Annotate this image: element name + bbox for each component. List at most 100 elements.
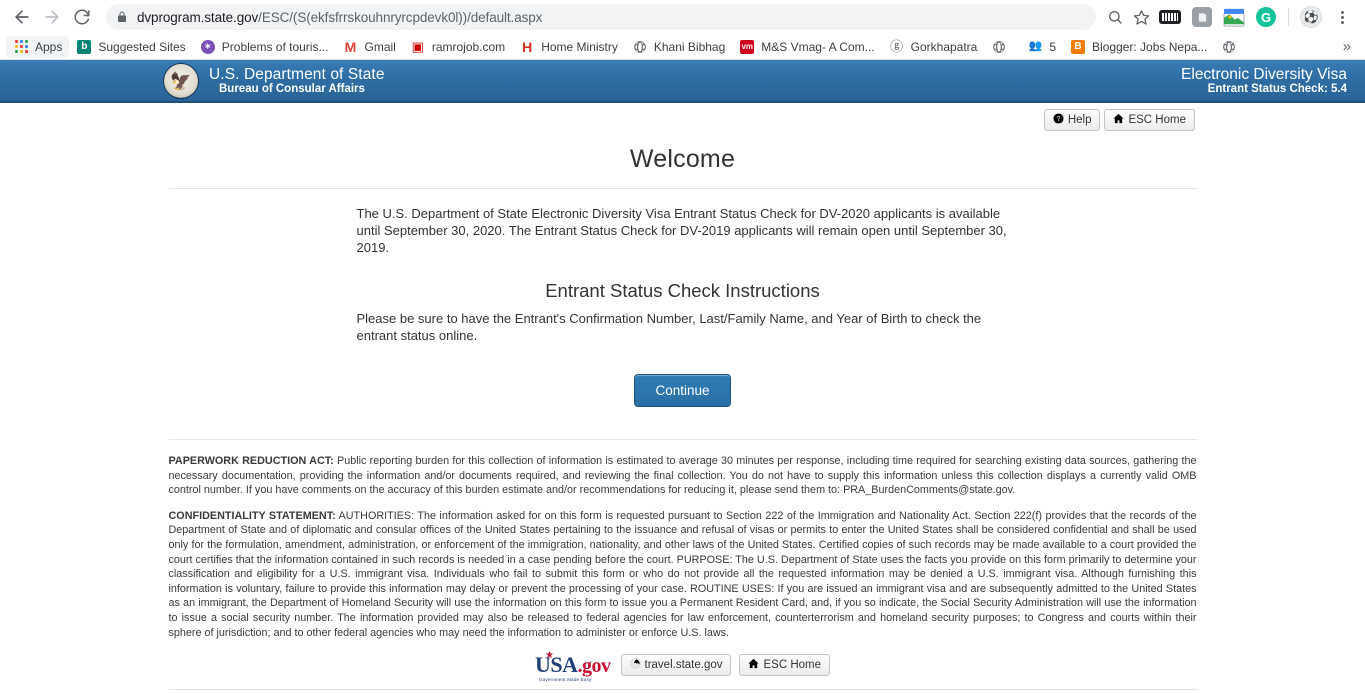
chrome-web-store-icon[interactable] bbox=[1222, 5, 1246, 29]
usa-gov-logo[interactable]: ★ USA .gov Government Made Easy bbox=[534, 650, 612, 682]
intro-paragraph: The U.S. Department of State Electronic … bbox=[356, 206, 1007, 255]
agency-branding: U.S. Department of State Bureau of Consu… bbox=[209, 66, 385, 96]
toolbar-divider bbox=[1288, 8, 1289, 26]
site-header: 🦅 U.S. Department of State Bureau of Con… bbox=[0, 60, 1365, 103]
main-content: Welcome The U.S. Department of State Ele… bbox=[168, 131, 1197, 693]
confidentiality-label: CONFIDENTIALITY STATEMENT: bbox=[168, 509, 336, 522]
bookmark-home-ministry[interactable]: H Home Ministry bbox=[512, 36, 625, 58]
bookmark-five[interactable]: 👥 5 bbox=[1020, 36, 1063, 58]
gray-extension-icon[interactable] bbox=[1190, 5, 1214, 29]
bookmark-label: M&S Vmag- A Com... bbox=[761, 39, 875, 54]
app-name: Electronic Diversity Visa bbox=[1181, 65, 1347, 83]
bookmark-gorkhapatra[interactable]: ⓖ Gorkhapatra bbox=[882, 36, 985, 58]
footer-esc-home-label: ESC Home bbox=[763, 658, 822, 671]
globe-icon bbox=[991, 39, 1007, 55]
home-icon bbox=[748, 658, 760, 672]
star-icon[interactable] bbox=[1128, 4, 1154, 30]
globe-icon bbox=[1221, 39, 1237, 55]
travel-label: travel.state.gov bbox=[644, 658, 723, 671]
paperwork-label: PAPERWORK REDUCTION ACT: bbox=[168, 455, 334, 467]
purple-site-icon: ✶ bbox=[200, 39, 216, 55]
page-title: Welcome bbox=[629, 145, 736, 173]
footer-esc-home-button[interactable]: ESC Home bbox=[739, 654, 831, 677]
usagov-tagline: Government Made Easy bbox=[538, 676, 592, 682]
bookmark-globe-2[interactable] bbox=[1214, 36, 1250, 58]
svg-text:?: ? bbox=[1056, 116, 1060, 123]
bookmark-label: Blogger: Jobs Nepa... bbox=[1092, 39, 1208, 54]
instructions-heading: Entrant Status Check Instructions bbox=[545, 280, 820, 301]
divider-top bbox=[168, 188, 1197, 189]
esc-home-button[interactable]: ESC Home bbox=[1104, 109, 1195, 131]
browser-toolbar: dvprogram.state.gov/ESC/(S(ekfsfrrskouhn… bbox=[0, 0, 1365, 34]
page-viewport: 🦅 U.S. Department of State Bureau of Con… bbox=[0, 60, 1365, 693]
bookmarks-overflow-icon[interactable]: » bbox=[1335, 38, 1359, 55]
top-button-bar: ? Help ESC Home bbox=[0, 103, 1365, 131]
gorkhapatra-icon: ⓖ bbox=[890, 39, 904, 54]
home-icon bbox=[1113, 113, 1125, 127]
bookmark-globe-1[interactable] bbox=[984, 36, 1020, 58]
bookmark-label: Problems of touris... bbox=[221, 39, 329, 54]
bureau-name: Bureau of Consular Affairs bbox=[219, 82, 365, 95]
continue-button-wrap: Continue bbox=[169, 374, 1197, 407]
bookmark-problems-of-tourism[interactable]: ✶ Problems of touris... bbox=[193, 36, 336, 58]
address-bar[interactable]: dvprogram.state.gov/ESC/(S(ekfsfrrskouhn… bbox=[106, 4, 1096, 30]
bookmark-khani-bibhag[interactable]: Khani Bibhag bbox=[625, 36, 732, 58]
footer-bar: ★ USA .gov Government Made Easy travel.s… bbox=[169, 650, 1197, 682]
bing-icon: b bbox=[76, 39, 92, 55]
question-circle-icon: ? bbox=[1053, 113, 1064, 127]
bookmark-label: ramrojob.com bbox=[431, 39, 506, 54]
divider-legal bbox=[168, 439, 1197, 440]
back-arrow-icon[interactable] bbox=[8, 3, 36, 31]
search-icon[interactable] bbox=[1102, 4, 1128, 30]
blogger-icon: B bbox=[1070, 39, 1086, 55]
bookmark-label: Suggested Sites bbox=[98, 39, 186, 54]
apps-grid-icon bbox=[13, 39, 29, 55]
bookmark-apps[interactable]: Apps bbox=[6, 35, 70, 58]
bookmark-label: 5 bbox=[1049, 39, 1057, 54]
forward-arrow-icon[interactable] bbox=[38, 3, 66, 31]
bookmark-suggested-sites[interactable]: b Suggested Sites bbox=[69, 36, 192, 58]
app-version: Entrant Status Check: 5.4 bbox=[1207, 82, 1347, 95]
help-label: Help bbox=[1067, 113, 1092, 126]
grammarly-extension-icon[interactable]: G bbox=[1254, 5, 1278, 29]
instructions-paragraph: Please be sure to have the Entrant's Con… bbox=[356, 311, 982, 343]
bookmark-label: Apps bbox=[35, 39, 63, 54]
agency-name: U.S. Department of State bbox=[209, 65, 385, 83]
star-icon: ★ bbox=[544, 650, 554, 662]
chrome-menu-icon[interactable] bbox=[1331, 6, 1353, 28]
bookmark-gmail[interactable]: M Gmail bbox=[335, 36, 402, 58]
globe-icon bbox=[632, 39, 648, 55]
bookmark-ms-vmag[interactable]: vm M&S Vmag- A Com... bbox=[732, 36, 881, 58]
confidentiality-body: AUTHORITIES: The information asked for o… bbox=[168, 509, 1197, 639]
esc-home-label: ESC Home bbox=[1128, 113, 1186, 126]
usagov-dotgov-text: .gov bbox=[577, 655, 612, 678]
confidentiality-statement: CONFIDENTIALITY STATEMENT: AUTHORITIES: … bbox=[169, 509, 1197, 640]
profile-avatar-icon[interactable]: ⚽ bbox=[1299, 5, 1323, 29]
gmail-icon: M bbox=[344, 38, 357, 55]
usagov-usa-text: USA bbox=[534, 652, 578, 678]
home-ministry-icon: H bbox=[522, 38, 533, 55]
travel-state-gov-button[interactable]: travel.state.gov bbox=[620, 654, 732, 677]
url-text: dvprogram.state.gov/ESC/(S(ekfsfrrskouhn… bbox=[137, 9, 543, 25]
vmag-icon: vm bbox=[739, 39, 755, 55]
application-title: Electronic Diversity Visa Entrant Status… bbox=[1181, 66, 1347, 96]
extension-tray: G ⚽ bbox=[1154, 5, 1357, 29]
help-button[interactable]: ? Help bbox=[1043, 109, 1101, 131]
ramrojob-icon: ▣ bbox=[411, 39, 424, 54]
lock-icon bbox=[116, 11, 128, 23]
bookmark-blogger-jobs-nepal[interactable]: B Blogger: Jobs Nepa... bbox=[1063, 36, 1214, 58]
people-icon: 👥 bbox=[1028, 40, 1043, 52]
paperwork-reduction-act: PAPERWORK REDUCTION ACT: Public reportin… bbox=[169, 454, 1197, 498]
bookmark-label: Home Ministry bbox=[541, 39, 618, 54]
globe-icon bbox=[629, 658, 641, 672]
bookmark-label: Gmail bbox=[364, 39, 396, 54]
continue-button[interactable]: Continue bbox=[634, 374, 731, 407]
browser-chrome: dvprogram.state.gov/ESC/(S(ekfsfrrskouhn… bbox=[0, 0, 1365, 60]
bookmark-ramrojob[interactable]: ▣ ramrojob.com bbox=[403, 36, 512, 58]
bookmark-label: Gorkhapatra bbox=[910, 39, 978, 54]
bookmark-label: Khani Bibhag bbox=[653, 39, 726, 54]
site-management-note: This site is managed by the Bureau of Co… bbox=[168, 689, 1197, 693]
department-of-state-seal: 🦅 bbox=[163, 62, 199, 99]
keyboard-extension-icon[interactable] bbox=[1158, 5, 1182, 29]
reload-icon[interactable] bbox=[68, 3, 96, 31]
